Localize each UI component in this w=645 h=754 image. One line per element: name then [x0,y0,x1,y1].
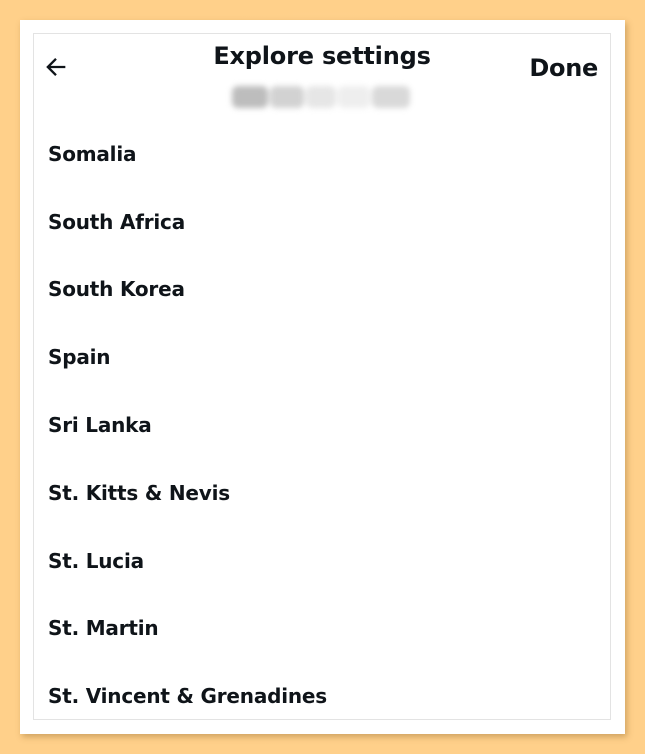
header-bar: Explore settings Done [34,34,610,114]
country-label: Somalia [48,141,137,166]
page-title: Explore settings [213,42,431,70]
country-label: South Africa [48,209,185,234]
country-item-st-lucia[interactable]: St. Lucia [34,527,610,595]
country-list: Somalia South Africa South Korea Spain S… [34,120,610,719]
country-label: Sri Lanka [48,413,152,438]
blurred-subtitle [232,74,412,120]
country-item-south-africa[interactable]: South Africa [34,188,610,256]
country-item-spain[interactable]: Spain [34,323,610,391]
country-label: St. Vincent & Grenadines [48,684,327,709]
done-button[interactable]: Done [529,54,598,82]
country-item-sri-lanka[interactable]: Sri Lanka [34,391,610,459]
country-item-st-kitts-nevis[interactable]: St. Kitts & Nevis [34,459,610,527]
country-item-st-vincent-grenadines[interactable]: St. Vincent & Grenadines [34,662,610,719]
country-label: St. Martin [48,616,159,641]
country-item-st-martin[interactable]: St. Martin [34,595,610,663]
country-item-somalia[interactable]: Somalia [34,120,610,188]
country-label: Spain [48,345,111,370]
country-label: St. Kitts & Nevis [48,480,230,505]
country-label: St. Lucia [48,548,144,573]
country-label: South Korea [48,277,185,302]
explore-settings-panel: Explore settings Done Somalia South Afri… [33,33,611,720]
country-item-south-korea[interactable]: South Korea [34,256,610,324]
